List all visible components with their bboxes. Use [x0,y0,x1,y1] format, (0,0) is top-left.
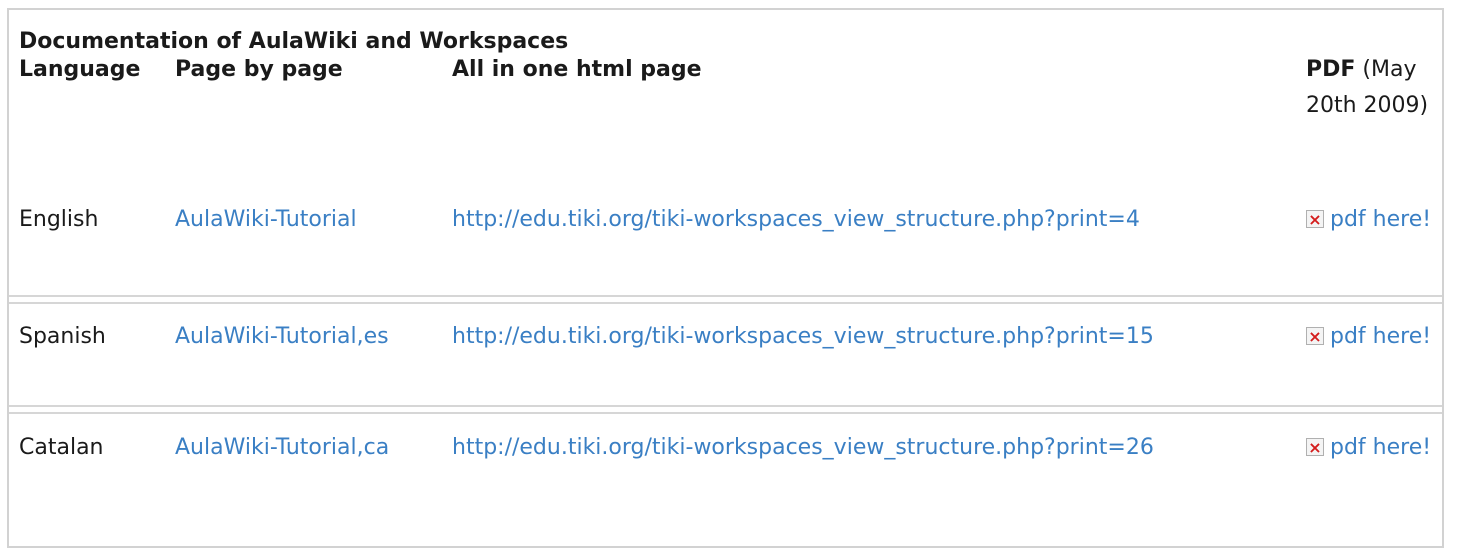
all-in-one-html-link[interactable]: http://edu.tiki.org/tiki-workspaces_view… [452,435,1154,460]
broken-image-icon[interactable] [1306,430,1324,466]
header-pdf-label: PDF [1306,57,1356,82]
header-page-by-page: Page by page [175,57,343,82]
documentation-table [7,8,1444,548]
broken-image-icon[interactable] [1306,319,1324,355]
header-language: Language [19,57,141,82]
row-language: Spanish [19,324,106,349]
row-divider [9,405,1442,414]
pdf-link[interactable]: pdf here! [1330,324,1431,349]
pdf-link[interactable]: pdf here! [1330,435,1431,460]
all-in-one-html-link[interactable]: http://edu.tiki.org/tiki-workspaces_view… [452,324,1154,349]
header-all-in-one: All in one html page [452,57,702,82]
header-pdf: PDF (May 20th 2009) [1306,52,1438,124]
pdf-link[interactable]: pdf here! [1330,207,1431,232]
page-by-page-link[interactable]: AulaWiki-Tutorial [175,207,357,232]
row-language: Catalan [19,435,104,460]
row-divider [9,295,1442,304]
all-in-one-html-link[interactable]: http://edu.tiki.org/tiki-workspaces_view… [452,207,1140,232]
row-language: English [19,207,99,232]
page-by-page-link[interactable]: AulaWiki-Tutorial,ca [175,435,389,460]
page-by-page-link[interactable]: AulaWiki-Tutorial,es [175,324,389,349]
broken-image-icon[interactable] [1306,202,1324,238]
